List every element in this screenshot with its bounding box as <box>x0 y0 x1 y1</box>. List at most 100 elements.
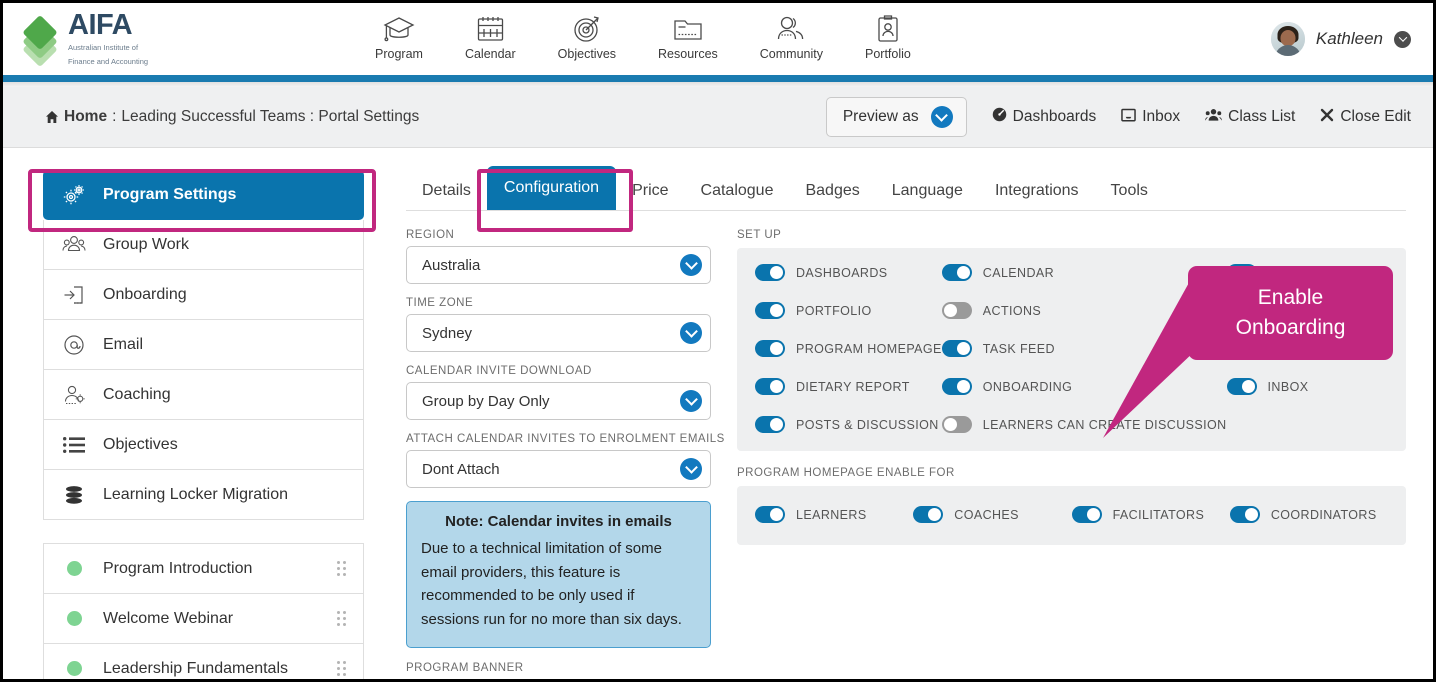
aifa-logo[interactable]: AIFA Australian Institute of Finance and… <box>21 11 321 68</box>
time-zone-select[interactable]: Sydney <box>406 314 711 352</box>
region-select[interactable]: Australia <box>406 246 711 284</box>
breadcrumb-bar: Home : Leading Successful Teams : Portal… <box>3 87 1433 148</box>
toggle-label: COORDINATORS <box>1270 507 1377 522</box>
toggle-dietary-report[interactable]: DIETARY REPORT <box>755 378 942 395</box>
sidebar-item-email[interactable]: Email <box>43 320 364 370</box>
toggle-switch[interactable] <box>941 340 972 357</box>
chevron-down-icon[interactable] <box>680 322 702 344</box>
chevron-down-icon[interactable] <box>680 390 702 412</box>
toggle-switch[interactable] <box>755 340 785 357</box>
toggle-switch[interactable] <box>755 264 785 281</box>
breadcrumb-home[interactable]: Home <box>64 108 107 126</box>
toggle-label: COACHES <box>954 507 1019 522</box>
inbox-link[interactable]: Inbox <box>1121 108 1180 127</box>
nav-item-community[interactable]: Community <box>760 14 823 61</box>
preview-as-button[interactable]: Preview as <box>825 97 967 137</box>
nav-item-calendar[interactable]: Calendar <box>465 14 516 61</box>
toggle-label: PROGRAM HOMEPAGE <box>796 341 942 356</box>
toggle-switch[interactable] <box>755 506 785 523</box>
sidebar-item-program-settings[interactable]: Program Settings <box>43 170 364 220</box>
tab-language[interactable]: Language <box>876 172 979 210</box>
user-name: Kathleen <box>1315 29 1383 48</box>
breadcrumb: Home : Leading Successful Teams : Portal… <box>45 108 419 126</box>
link-label: Close Edit <box>1340 108 1411 125</box>
nav-item-program[interactable]: Program <box>375 14 423 61</box>
set-up-label: SET UP <box>737 229 782 241</box>
list-item[interactable]: Welcome Webinar <box>43 594 364 644</box>
toggle-switch[interactable] <box>913 506 944 523</box>
user-menu[interactable]: Kathleen <box>1270 22 1411 56</box>
sidebar-item-coaching[interactable]: Coaching <box>43 370 364 420</box>
class-list-link[interactable]: Class List <box>1205 108 1295 127</box>
sidebar-item-objectives[interactable]: Objectives <box>43 420 364 470</box>
attach-calendar-invites-label: ATTACH CALENDAR INVITES TO ENROLMENT EMA… <box>406 433 725 445</box>
toggle-switch[interactable] <box>941 302 972 319</box>
nav-item-portfolio[interactable]: Portfolio <box>865 14 911 61</box>
toggle-switch[interactable] <box>755 416 785 433</box>
attach-calendar-invites-select[interactable]: Dont Attach <box>406 450 711 488</box>
breadcrumb-path: : <box>112 108 117 125</box>
program-banner-label: PROGRAM BANNER <box>406 661 524 674</box>
tab-integrations[interactable]: Integrations <box>979 172 1095 210</box>
toggle-portfolio[interactable]: PORTFOLIO <box>755 302 942 319</box>
logo-subtitle-line1: Australian Institute of <box>68 43 139 53</box>
region-value: Australia <box>422 256 481 274</box>
toggle-switch[interactable] <box>755 302 785 319</box>
sidebar-item-label: Program Settings <box>103 186 237 203</box>
dashboards-link[interactable]: Dashboards <box>992 107 1096 127</box>
group-icon <box>61 234 87 255</box>
drag-handle-icon[interactable] <box>337 661 346 676</box>
home-icon[interactable] <box>45 110 59 124</box>
drag-handle-icon[interactable] <box>337 561 346 576</box>
nav-item-resources[interactable]: Resources <box>658 14 718 61</box>
toggle-switch[interactable] <box>941 416 972 433</box>
chevron-down-icon[interactable] <box>680 458 702 480</box>
toggle-program-homepage[interactable]: PROGRAM HOMEPAGE <box>755 340 942 357</box>
target-icon <box>572 14 602 44</box>
enable-onboarding-callout: Enable Onboarding <box>1188 266 1393 360</box>
toggle-label: LEARNERS <box>796 507 867 522</box>
drag-handle-icon[interactable] <box>337 611 346 626</box>
toggle-switch[interactable] <box>941 378 972 395</box>
tab-tools[interactable]: Tools <box>1095 172 1164 210</box>
module-label: Welcome Webinar <box>103 609 234 627</box>
toggle-label: ONBOARDING <box>982 379 1073 394</box>
toggle-posts-discussion[interactable]: POSTS & DISCUSSION <box>755 416 942 433</box>
toggle-label: DIETARY REPORT <box>796 379 910 394</box>
toggle-facilitators[interactable]: FACILITATORS <box>1071 506 1230 523</box>
toggle-switch[interactable] <box>755 378 785 395</box>
sidebar-item-group-work[interactable]: Group Work <box>43 220 364 270</box>
toggle-switch[interactable] <box>941 264 972 281</box>
toggle-coaches[interactable]: COACHES <box>913 506 1071 523</box>
chevron-down-icon[interactable] <box>930 106 953 128</box>
toggle-coordinators[interactable]: COORDINATORS <box>1229 506 1388 523</box>
tab-catalogue[interactable]: Catalogue <box>685 172 790 210</box>
toggle-switch[interactable] <box>1071 506 1102 523</box>
toggle-dashboards[interactable]: DASHBOARDS <box>755 264 942 281</box>
toggle-label: FACILITATORS <box>1112 507 1205 522</box>
tab-bar: Details Configuration Price Catalogue Ba… <box>406 166 1407 211</box>
tab-price[interactable]: Price <box>616 172 684 210</box>
toggle-switch[interactable] <box>1229 506 1260 523</box>
list-item[interactable]: Leadership Fundamentals <box>43 644 364 679</box>
sidebar-item-learning-locker-migration[interactable]: Learning Locker Migration <box>43 470 364 520</box>
chevron-down-icon[interactable] <box>1394 30 1411 48</box>
site-header: AIFA Australian Institute of Finance and… <box>3 3 1433 75</box>
list-item[interactable]: Program Introduction <box>43 544 364 594</box>
chevron-down-icon[interactable] <box>680 254 702 276</box>
program-homepage-enable-label: PROGRAM HOMEPAGE ENABLE FOR <box>737 467 955 479</box>
sidebar-item-label: Email <box>103 335 144 353</box>
sidebar-item-onboarding[interactable]: Onboarding <box>43 270 364 320</box>
nav-label: Objectives <box>557 47 617 61</box>
tab-details[interactable]: Details <box>406 172 487 210</box>
calendar-invite-download-label: CALENDAR INVITE DOWNLOAD <box>406 365 592 377</box>
nav-item-objectives[interactable]: Objectives <box>558 14 616 61</box>
link-label: Class List <box>1228 108 1296 125</box>
action-bar: Preview as Dashboards Inbox Class List C… <box>825 97 1411 137</box>
tab-configuration[interactable]: Configuration <box>486 166 617 210</box>
graduation-cap-icon <box>382 14 416 44</box>
calendar-invite-download-select[interactable]: Group by Day Only <box>406 382 711 420</box>
close-edit-link[interactable]: Close Edit <box>1320 108 1411 127</box>
toggle-learners[interactable]: LEARNERS <box>755 506 913 523</box>
tab-badges[interactable]: Badges <box>789 172 875 210</box>
